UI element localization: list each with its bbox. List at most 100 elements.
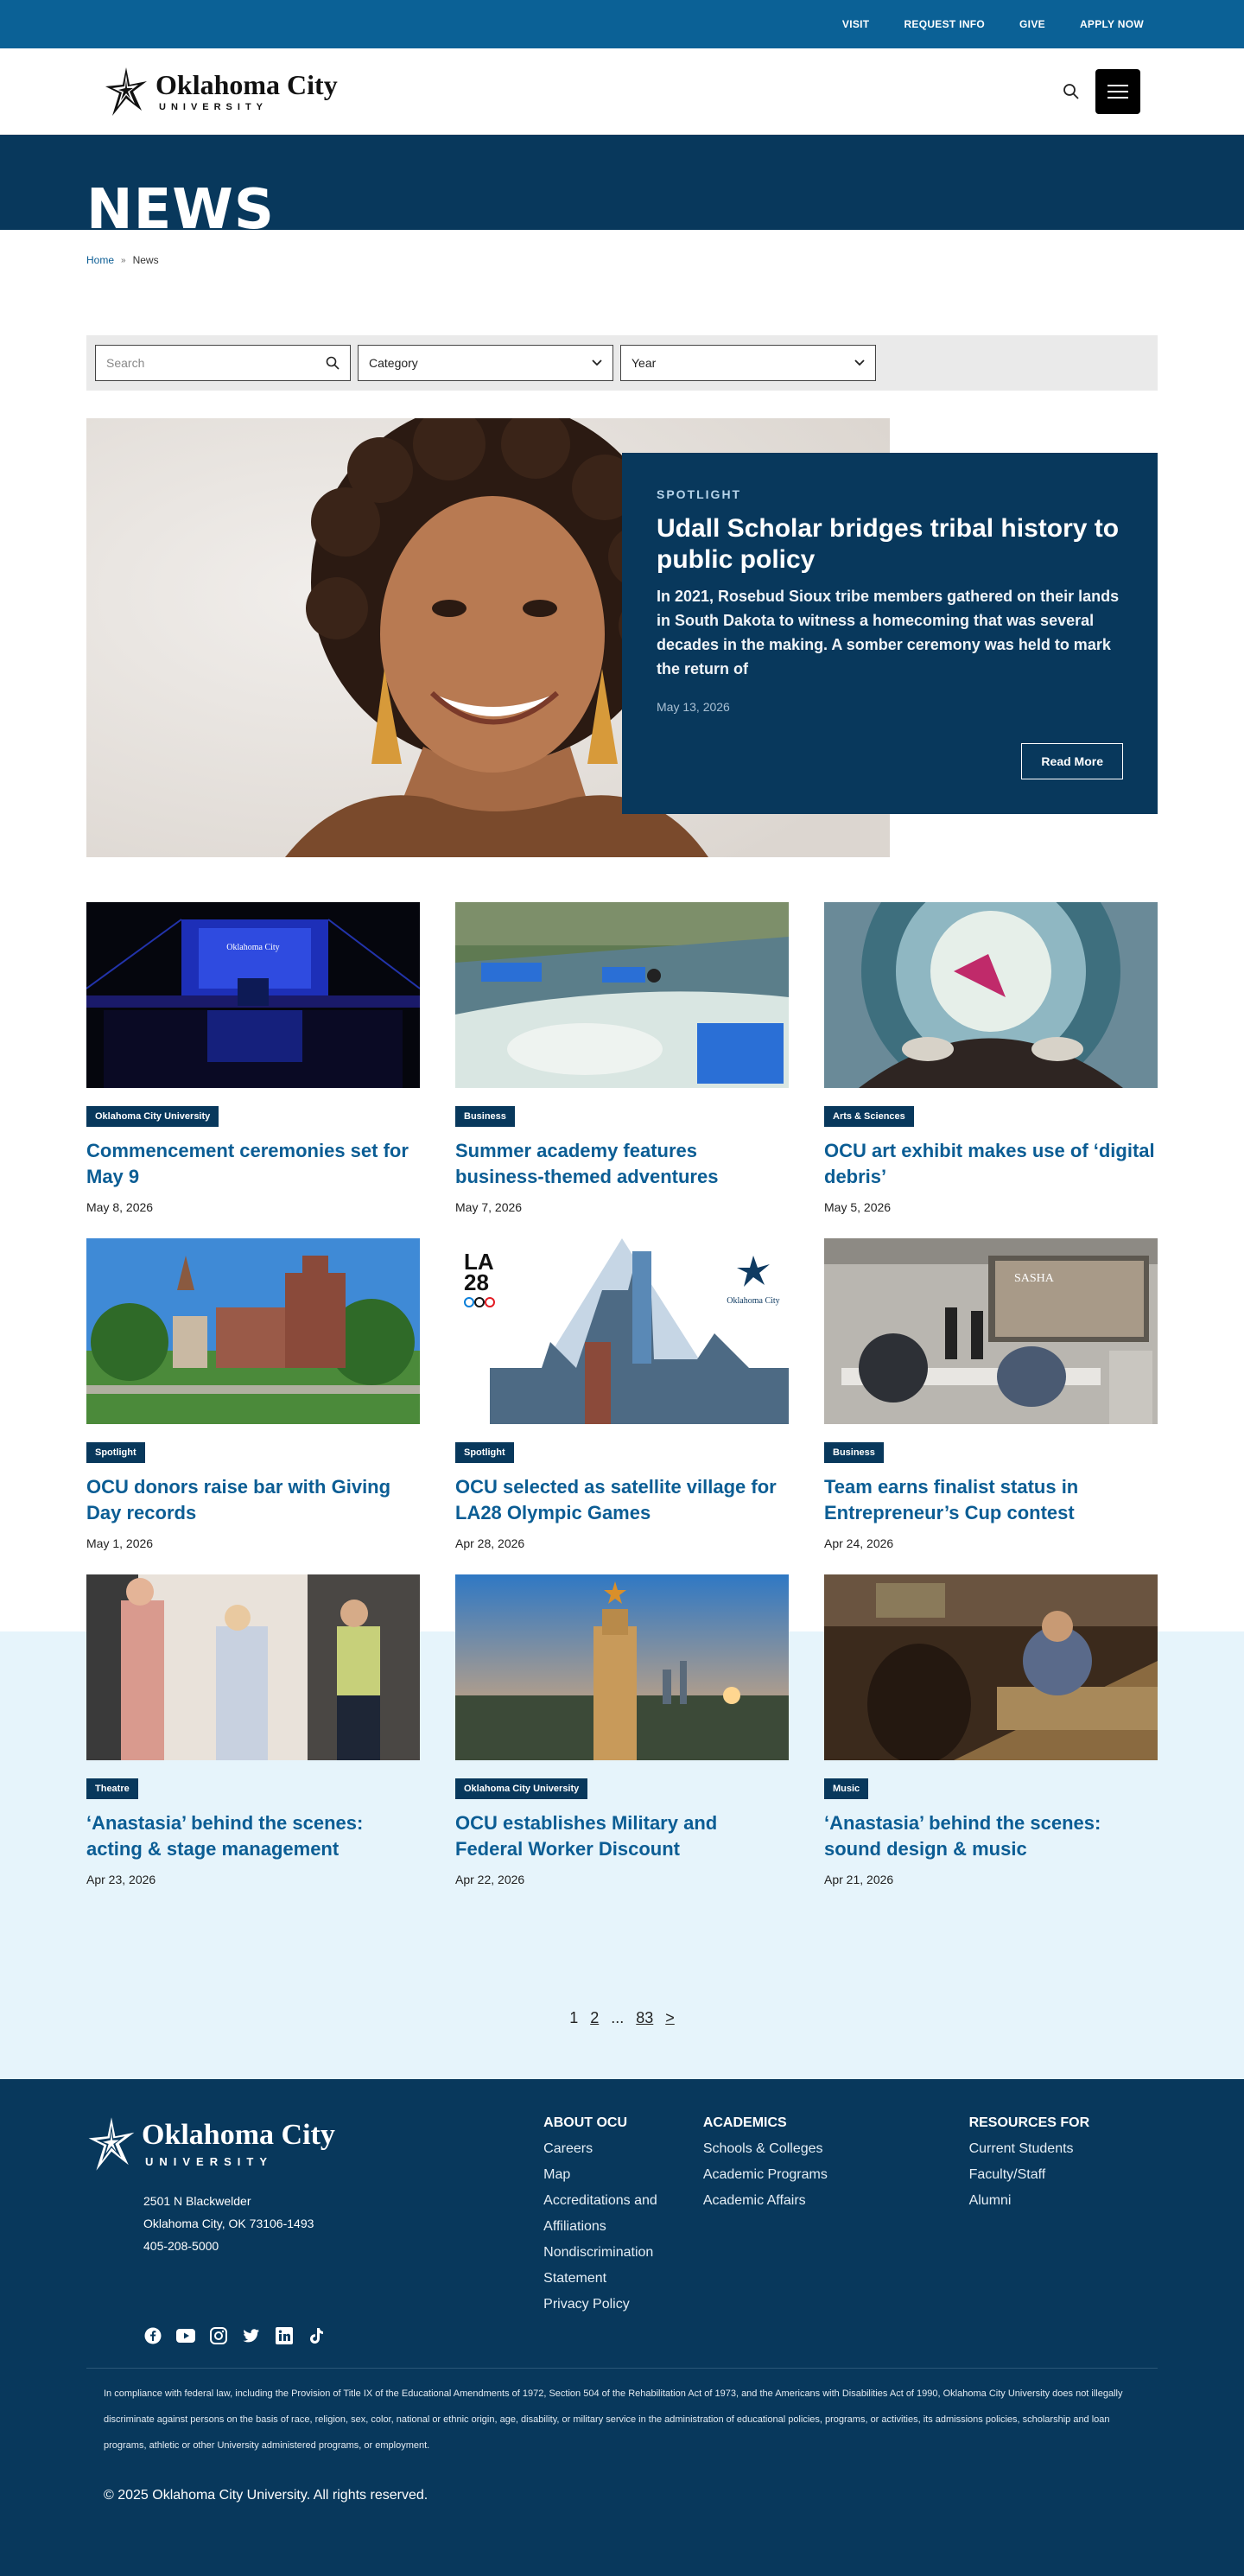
featured-date: May 13, 2026 — [657, 700, 730, 714]
news-card: Oklahoma City University OCU establishes… — [455, 1574, 789, 1911]
instagram-icon[interactable] — [209, 2326, 228, 2345]
featured-title[interactable]: Udall Scholar bridges tribal history to … — [657, 513, 1123, 576]
footer-link-map[interactable]: Map — [543, 2162, 703, 2188]
give-link[interactable]: GIVE — [1019, 18, 1045, 30]
category-tag[interactable]: Arts & Sciences — [824, 1106, 914, 1127]
category-select-label: Category — [369, 356, 418, 370]
category-tag[interactable]: Business — [455, 1106, 515, 1127]
legal-notice: In compliance with federal law, includin… — [104, 2388, 1123, 2451]
featured-story: SPOTLIGHT Udall Scholar bridges tribal h… — [86, 418, 1158, 857]
slide-text: SASHA — [1014, 1272, 1055, 1285]
footer-link-nondiscrimination[interactable]: Nondiscrimination Statement — [543, 2240, 703, 2292]
news-card-title[interactable]: OCU art exhibit makes use of ‘digital de… — [824, 1138, 1158, 1190]
news-card: Arts & Sciences OCU art exhibit makes us… — [824, 902, 1158, 1238]
news-card-date: Apr 28, 2026 — [455, 1536, 525, 1550]
news-grid: Oklahoma City Oklahoma City University C… — [86, 902, 1158, 1911]
footer-col-academics: ACADEMICS Schools & Colleges Academic Pr… — [703, 2115, 969, 2318]
news-card-title[interactable]: ‘Anastasia’ behind the scenes: sound des… — [824, 1810, 1158, 1862]
news-card-image[interactable]: Oklahoma City — [86, 902, 420, 1088]
news-card-title[interactable]: Team earns finalist status in Entreprene… — [824, 1474, 1158, 1526]
star-logo-icon — [88, 2117, 135, 2171]
footer-link-faculty-staff[interactable]: Faculty/Staff — [969, 2162, 1158, 2188]
site-footer: Oklahoma City UNIVERSITY 2501 N Blackwel… — [0, 2079, 1244, 2576]
next-page-link[interactable]: > — [665, 2009, 675, 2027]
address-city: Oklahoma City, OK 73106-1493 — [143, 2217, 314, 2230]
social-links — [86, 2326, 1158, 2345]
phone-number[interactable]: 405-208-5000 — [143, 2235, 543, 2257]
facebook-icon[interactable] — [143, 2326, 162, 2345]
featured-excerpt: In 2021, Rosebud Sioux tribe members gat… — [657, 588, 1120, 677]
footer-col-resources: RESOURCES FOR Current Students Faculty/S… — [969, 2115, 1158, 2318]
year-select[interactable]: Year — [620, 345, 876, 381]
news-card-image[interactable] — [824, 902, 1158, 1088]
category-tag[interactable]: Spotlight — [86, 1442, 145, 1463]
footer-col-heading: ACADEMICS — [702, 2115, 787, 2130]
footer-link-academic-affairs[interactable]: Academic Affairs — [703, 2188, 969, 2214]
news-card-image[interactable]: SASHA — [824, 1238, 1158, 1424]
page-83-link[interactable]: 83 — [636, 2009, 653, 2027]
news-section: Oklahoma City Oklahoma City University C… — [0, 902, 1244, 2254]
news-card: Music ‘Anastasia’ behind the scenes: sou… — [824, 1574, 1158, 1911]
chevron-down-icon — [592, 359, 602, 366]
category-select[interactable]: Category — [358, 345, 613, 381]
visit-link[interactable]: VISIT — [842, 18, 870, 30]
news-card-title[interactable]: ‘Anastasia’ behind the scenes: acting & … — [86, 1810, 420, 1862]
linkedin-icon[interactable] — [275, 2326, 294, 2345]
ocu-image-logo-text: Oklahoma City — [727, 1296, 779, 1306]
search-input[interactable]: Search — [95, 345, 351, 381]
search-icon — [326, 356, 340, 370]
read-more-button[interactable]: Read More — [1021, 743, 1123, 779]
tiktok-icon[interactable] — [308, 2326, 327, 2345]
category-tag[interactable]: Oklahoma City University — [86, 1106, 219, 1127]
apply-now-link[interactable]: APPLY NOW — [1080, 18, 1144, 30]
la28-logo-bottom: 28 — [464, 1269, 489, 1295]
news-card-title[interactable]: OCU selected as satellite village for LA… — [455, 1474, 789, 1526]
star-logo-icon — [105, 67, 147, 116]
footer-link-schools[interactable]: Schools & Colleges — [703, 2136, 969, 2162]
menu-button[interactable] — [1095, 68, 1140, 114]
page-2-link[interactable]: 2 — [590, 2009, 599, 2027]
news-card-date: May 1, 2026 — [86, 1536, 154, 1550]
news-card-image[interactable] — [86, 1574, 420, 1760]
logo-name: Oklahoma City — [156, 68, 338, 100]
page-ellipsis: ... — [611, 2009, 625, 2026]
news-card-image[interactable] — [455, 1574, 789, 1760]
news-card: Spotlight OCU donors raise bar with Givi… — [86, 1238, 420, 1574]
news-card-image[interactable] — [455, 902, 789, 1088]
breadcrumb-home[interactable]: Home — [86, 254, 114, 266]
footer-link-alumni[interactable]: Alumni — [969, 2188, 1158, 2214]
news-card-date: May 7, 2026 — [455, 1200, 523, 1214]
category-tag[interactable]: Spotlight — [455, 1442, 514, 1463]
category-tag[interactable]: Theatre — [86, 1778, 138, 1799]
podium-banner-text: Oklahoma City — [226, 943, 279, 952]
footer-link-accreditations[interactable]: Accreditations and Affiliations — [543, 2188, 703, 2240]
youtube-icon[interactable] — [176, 2326, 195, 2345]
news-card-date: Apr 23, 2026 — [86, 1873, 156, 1886]
hamburger-icon — [1108, 84, 1128, 99]
footer-link-current-students[interactable]: Current Students — [969, 2136, 1158, 2162]
breadcrumb-current: News — [132, 254, 159, 266]
footer-logo[interactable]: Oklahoma City UNIVERSITY — [86, 2115, 543, 2172]
news-card: SASHA Business Team earns finalist statu… — [824, 1238, 1158, 1574]
address-street: 2501 N Blackwelder — [143, 2194, 251, 2208]
footer-link-privacy[interactable]: Privacy Policy — [543, 2292, 703, 2318]
footer-link-careers[interactable]: Careers — [543, 2136, 703, 2162]
news-card-title[interactable]: OCU establishes Military and Federal Wor… — [455, 1810, 789, 1862]
ocu-logo[interactable]: Oklahoma City UNIVERSITY — [104, 66, 338, 118]
twitter-icon[interactable] — [242, 2326, 261, 2345]
request-info-link[interactable]: REQUEST INFO — [904, 18, 985, 30]
category-tag[interactable]: Music — [824, 1778, 869, 1799]
category-tag[interactable]: Oklahoma City University — [455, 1778, 588, 1799]
year-select-label: Year — [632, 356, 657, 370]
news-card-title[interactable]: Summer academy features business-themed … — [455, 1138, 789, 1190]
chevron-down-icon — [854, 359, 865, 366]
news-card-date: May 8, 2026 — [86, 1200, 154, 1214]
footer-link-programs[interactable]: Academic Programs — [703, 2162, 969, 2188]
header-search-icon[interactable] — [1059, 80, 1083, 104]
news-card-image[interactable]: LA 28 Oklahoma City — [455, 1238, 789, 1424]
news-card-image[interactable] — [824, 1574, 1158, 1760]
news-card-title[interactable]: Commencement ceremonies set for May 9 — [86, 1138, 420, 1190]
category-tag[interactable]: Business — [824, 1442, 884, 1463]
news-card-image[interactable] — [86, 1238, 420, 1424]
news-card-title[interactable]: OCU donors raise bar with Giving Day rec… — [86, 1474, 420, 1526]
